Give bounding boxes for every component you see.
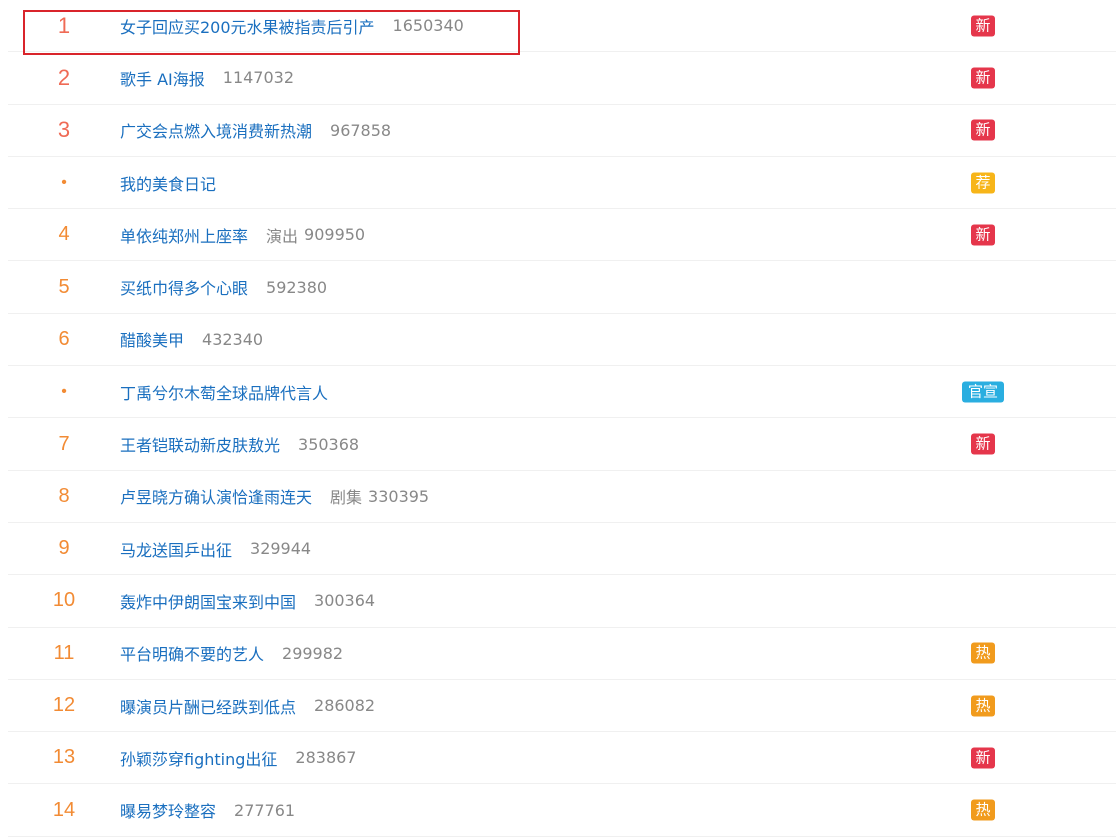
rank-number: 9 [58, 537, 70, 560]
heat-count: 432340 [202, 329, 264, 349]
hot-search-row[interactable]: 10 轰炸中伊朗国宝来到中国 300364 [8, 575, 1116, 628]
heat-count: 592380 [266, 277, 328, 297]
hot-search-row[interactable]: 6 醋酸美甲 432340 [8, 314, 1116, 367]
heat-count: 283867 [295, 748, 357, 768]
entry-content: 王者铠联动新皮肤敖光 350368 [120, 418, 359, 469]
hot-search-row[interactable]: 7 王者铠联动新皮肤敖光 350368 新 [8, 418, 1116, 471]
heat-count: 350368 [298, 434, 360, 454]
heat-count: 277761 [234, 800, 296, 820]
hot-search-row[interactable]: 11 平台明确不要的艺人 299982 热 [8, 628, 1116, 680]
entry-content: 歌手 AI海报 1147032 [120, 52, 294, 103]
status-badge: 新 [971, 119, 995, 141]
topic-link[interactable]: 平台明确不要的艺人 [120, 641, 264, 665]
hot-search-row[interactable]: 5 买纸巾得多个心眼 592380 [8, 261, 1116, 314]
rank-number: 11 [53, 641, 75, 664]
topic-link[interactable]: 曝易梦玲整容 [120, 798, 216, 822]
status-badge: 热 [971, 642, 995, 664]
heat-count: 329944 [250, 539, 312, 559]
entry-content: 曝演员片酬已经跌到低点 286082 [120, 680, 375, 731]
hot-search-row[interactable]: • 我的美食日记 荐 [8, 157, 1116, 210]
status-badge: 热 [971, 799, 995, 821]
hot-search-row[interactable]: 3 广交会点燃入境消费新热潮 967858 新 [8, 105, 1116, 157]
hot-search-row[interactable]: 1 女子回应买200元水果被指责后引产 1650340 新 [8, 0, 1116, 53]
heat-count: 330395 [368, 486, 430, 506]
topic-category: 剧集 [330, 488, 363, 508]
entry-content: 孙颖莎穿fighting出征 283867 [120, 732, 356, 783]
entry-content: 单依纯郑州上座率 演出 909950 [120, 209, 365, 260]
hot-search-row[interactable]: 12 曝演员片酬已经跌到低点 286082 热 [8, 680, 1116, 733]
rank-number: 13 [52, 746, 76, 769]
topic-link[interactable]: 丁禹兮尔木萄全球品牌代言人 [120, 380, 328, 404]
rank-number: 2 [57, 64, 71, 90]
entry-content: 平台明确不要的艺人 299982 [120, 628, 343, 679]
entry-content: 买纸巾得多个心眼 592380 [120, 261, 327, 312]
hot-search-row[interactable]: 2 歌手 AI海报 1147032 新 [8, 52, 1116, 105]
promoted-dot-icon: • [61, 382, 67, 400]
status-badge: 新 [971, 224, 995, 246]
rank-number: 14 [52, 798, 76, 821]
status-badge: 新 [971, 747, 995, 769]
entry-content: 丁禹兮尔木萄全球品牌代言人 [120, 366, 328, 417]
status-badge: 新 [971, 433, 995, 455]
topic-link[interactable]: 轰炸中伊朗国宝来到中国 [120, 589, 296, 613]
entry-content: 女子回应买200元水果被指责后引产 1650340 [120, 0, 464, 51]
heat-count: 286082 [314, 696, 376, 715]
heat-count: 1650340 [392, 16, 464, 36]
entry-content: 我的美食日记 [120, 157, 216, 208]
topic-link[interactable]: 广交会点燃入境消费新热潮 [120, 118, 312, 142]
topic-link[interactable]: 醋酸美甲 [120, 327, 184, 351]
hot-search-row[interactable]: 9 马龙送国乒出征 329944 [8, 523, 1116, 576]
hot-search-row[interactable]: 13 孙颖莎穿fighting出征 283867 新 [8, 732, 1116, 785]
topic-link[interactable]: 我的美食日记 [120, 171, 216, 195]
hot-search-row[interactable]: 14 曝易梦玲整容 277761 热 [8, 784, 1116, 837]
hot-search-list: 1 女子回应买200元水果被指责后引产 1650340 新 2 歌手 AI海报 114703… [8, 0, 1116, 837]
entry-content: 曝易梦玲整容 277761 [120, 784, 295, 835]
rank-number: 7 [58, 432, 70, 455]
topic-link[interactable]: 王者铠联动新皮肤敖光 [120, 432, 280, 456]
status-badge: 新 [971, 67, 995, 89]
status-badge: 官宣 [962, 381, 1004, 403]
heat-count: 1147032 [222, 68, 295, 88]
rank-number: 6 [58, 327, 70, 350]
status-badge: 热 [971, 695, 995, 716]
heat-count: 967858 [330, 120, 392, 140]
entry-content: 广交会点燃入境消费新热潮 967858 [120, 105, 391, 156]
hot-search-row[interactable]: 4 单依纯郑州上座率 演出 909950 新 [8, 209, 1116, 262]
heat-count: 300364 [314, 591, 376, 611]
rank-number: 3 [57, 117, 71, 143]
entry-content: 马龙送国乒出征 329944 [120, 523, 311, 574]
topic-link[interactable]: 孙颖莎穿fighting出征 [120, 746, 277, 770]
topic-link[interactable]: 卢昱晓方确认演恰逢雨连天 [120, 484, 312, 508]
status-badge: 荐 [971, 172, 995, 194]
rank-number: 10 [52, 589, 76, 612]
rank-number: 5 [58, 275, 70, 298]
topic-link[interactable]: 马龙送国乒出征 [120, 537, 232, 561]
topic-link[interactable]: 女子回应买200元水果被指责后引产 [120, 14, 375, 38]
topic-link[interactable]: 曝演员片酬已经跌到低点 [120, 694, 296, 718]
rank-number: 4 [58, 223, 70, 246]
heat-count: 909950 [304, 225, 366, 245]
topic-category: 演出 [266, 226, 299, 246]
rank-number: 1 [57, 12, 71, 38]
entry-content: 卢昱晓方确认演恰逢雨连天 剧集 330395 [120, 471, 429, 522]
rank-number: 8 [58, 484, 70, 507]
topic-link[interactable]: 歌手 AI海报 [120, 66, 205, 90]
heat-count: 299982 [282, 643, 344, 663]
rank-number: 12 [52, 694, 76, 716]
hot-search-row[interactable]: • 丁禹兮尔木萄全球品牌代言人 官宣 [8, 366, 1116, 419]
hot-search-row[interactable]: 8 卢昱晓方确认演恰逢雨连天 剧集 330395 [8, 471, 1116, 523]
topic-link[interactable]: 单依纯郑州上座率 [120, 223, 248, 247]
entry-content: 轰炸中伊朗国宝来到中国 300364 [120, 575, 375, 626]
entry-content: 醋酸美甲 432340 [120, 314, 263, 365]
topic-link[interactable]: 买纸巾得多个心眼 [120, 275, 248, 299]
promoted-dot-icon: • [61, 173, 67, 191]
status-badge: 新 [971, 15, 995, 37]
